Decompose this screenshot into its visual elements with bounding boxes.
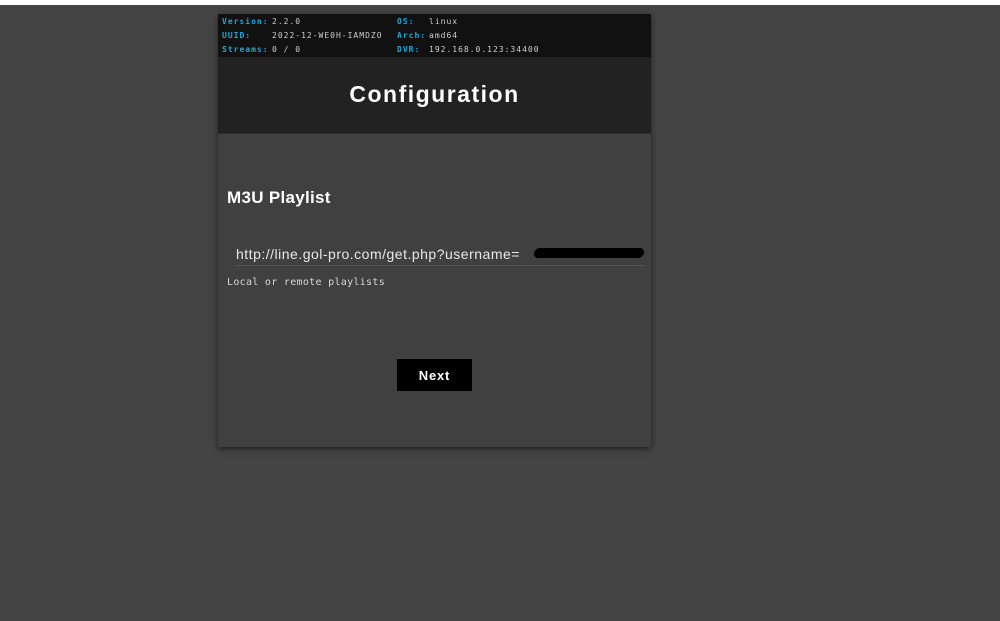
version-label: Version:	[222, 17, 269, 26]
arch-row: Arch: amd64	[397, 31, 457, 40]
m3u-playlist-heading: M3U Playlist	[227, 188, 331, 207]
page-header: Configuration	[218, 57, 651, 134]
redacted-credentials	[533, 248, 645, 258]
version-value: 2.2.0	[272, 17, 302, 26]
system-info-bar: Version: 2.2.0 UUID: 2022-12-WE0H-IAMDZO…	[218, 14, 651, 57]
streams-label: Streams:	[222, 45, 269, 54]
dvr-label: DVR:	[397, 45, 421, 54]
streams-row: Streams: 0 / 0	[222, 45, 300, 54]
os-row: OS: linux	[397, 17, 457, 26]
dvr-row: DVR: 192.168.0.123:34400	[397, 45, 539, 54]
playlist-helper-text: Local or remote playlists	[227, 277, 386, 288]
streams-value: 0 / 0	[272, 45, 302, 54]
os-label: OS:	[397, 17, 415, 26]
os-value: linux	[429, 17, 459, 26]
configuration-card: Version: 2.2.0 UUID: 2022-12-WE0H-IAMDZO…	[218, 14, 651, 447]
arch-value: amd64	[429, 31, 459, 40]
uuid-row: UUID: 2022-12-WE0H-IAMDZO	[222, 31, 382, 40]
version-row: Version: 2.2.0	[222, 17, 300, 26]
page-title: Configuration	[349, 81, 520, 107]
next-button[interactable]: Next	[397, 359, 472, 391]
arch-label: Arch:	[397, 31, 427, 40]
dvr-value: 192.168.0.123:34400	[429, 45, 540, 54]
uuid-label: UUID:	[222, 31, 252, 40]
browser-top-strip	[0, 0, 1000, 5]
uuid-value: 2022-12-WE0H-IAMDZO	[272, 31, 383, 40]
